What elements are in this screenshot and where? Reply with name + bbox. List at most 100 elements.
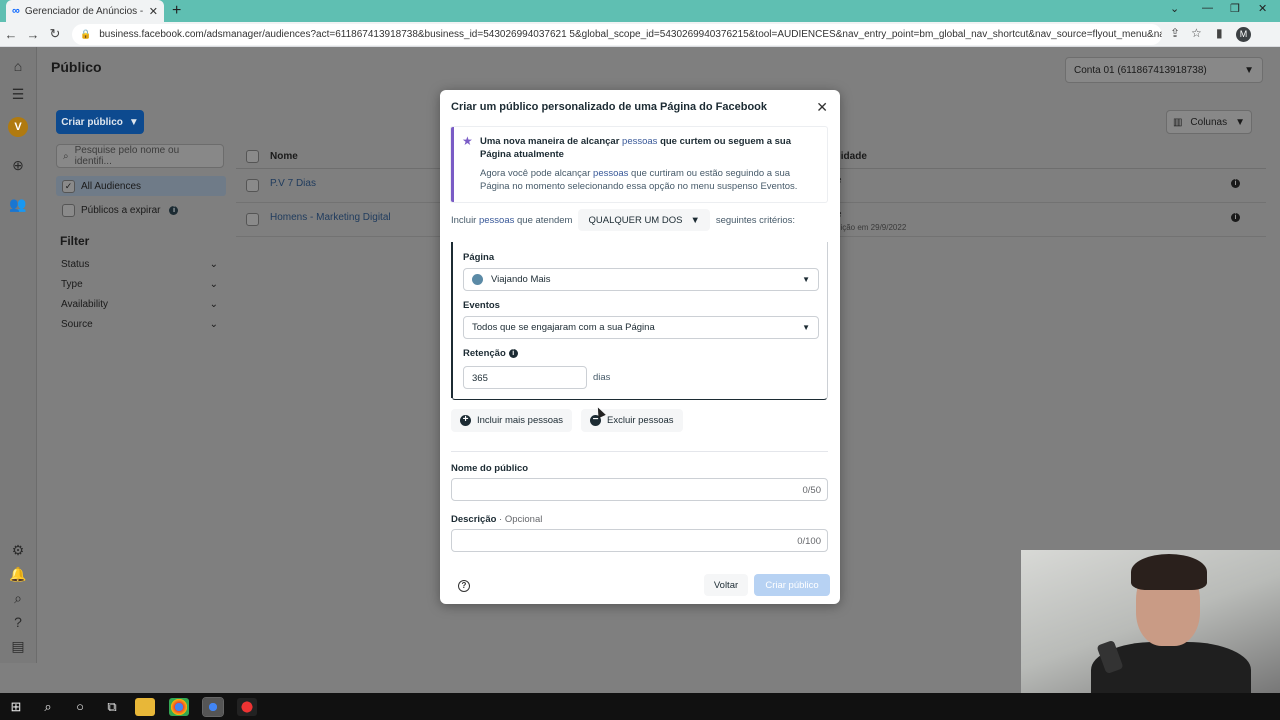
search-icon[interactable]: ⌕ [32, 699, 64, 715]
browser-tab[interactable]: ∞ Gerenciador de Anúncios - Públic ✕ [6, 0, 164, 22]
report-icon[interactable]: ▤ [9, 637, 27, 655]
close-window-icon[interactable]: ✕ [1258, 2, 1267, 15]
search-input[interactable]: ⌕ Pesquise pelo nome ou identifi... [56, 144, 224, 168]
match-type-value: QUALQUER UM DOS [588, 214, 683, 226]
filter-source[interactable]: Source ⌄ [56, 314, 226, 334]
custom-audience-modal: Criar um público personalizado de uma Pá… [440, 90, 840, 604]
minimize-icon[interactable]: — [1202, 2, 1213, 14]
menu-icon[interactable]: ☰ [9, 85, 27, 103]
caret-down-icon: ▼ [802, 323, 810, 332]
criteria-row: Incluir pessoas que atendem QUALQUER UM … [451, 208, 827, 232]
file-explorer-icon[interactable] [135, 697, 155, 716]
match-type-select[interactable]: QUALQUER UM DOS ▼ [578, 209, 710, 231]
sidebar-item-all-audiences[interactable]: ✓ All Audiences [56, 176, 226, 196]
tab-title: Gerenciador de Anúncios - Públic [24, 5, 145, 17]
cortana-circle-icon[interactable]: ○ [64, 699, 96, 714]
gear-icon[interactable]: ⚙ [9, 541, 27, 559]
checkbox[interactable] [62, 203, 75, 217]
caret-down-icon: ▼ [1235, 116, 1246, 128]
filter-label: Status [61, 258, 90, 270]
select-all-checkbox[interactable] [246, 150, 259, 163]
notice-heading: Uma nova maneira de alcançar pessoas que… [480, 136, 792, 160]
audience-name-link[interactable]: P.V 7 Dias [270, 178, 316, 189]
page-select[interactable]: Viajando Mais ▼ [463, 268, 819, 291]
page-label: Página [463, 252, 495, 263]
info-icon[interactable]: i [1231, 213, 1240, 222]
bookmark-star-icon[interactable]: ☆ [1191, 26, 1202, 40]
retention-input[interactable]: 365 [463, 366, 587, 389]
create-audience-submit-button[interactable]: Criar público [754, 574, 830, 596]
share-icon[interactable]: ⇪ [1170, 26, 1180, 40]
recorder-icon[interactable] [237, 697, 257, 716]
filter-availability[interactable]: Availability ⌄ [56, 294, 226, 314]
chevron-down-icon: ⌄ [209, 258, 218, 270]
events-label: Eventos [463, 300, 500, 311]
audience-name-label: Nome do público [451, 463, 529, 474]
filter-title: Filter [60, 234, 90, 248]
filter-label: Availability [61, 298, 109, 310]
task-view-icon[interactable]: ⧉ [96, 699, 128, 715]
sidebar-item-label: Públicos a expirar [81, 204, 161, 216]
back-arrow-icon[interactable]: ← [0, 27, 22, 42]
url-text: business.facebook.com/adsmanager/audienc… [99, 29, 1162, 40]
bell-icon[interactable]: 🔔 [9, 565, 27, 583]
filter-label: Type [61, 278, 83, 290]
retention-unit: dias [593, 372, 611, 383]
help-icon[interactable]: ? [458, 580, 470, 592]
criteria-suffix: seguintes critérios: [715, 214, 796, 226]
sidepanel-icon[interactable]: ▮ [1216, 26, 1223, 40]
audiences-icon[interactable]: 👥 [9, 195, 27, 213]
people-link[interactable]: pessoas [479, 215, 514, 226]
account-select[interactable]: Conta 01 (611867413918738) ▼ [1065, 57, 1263, 83]
description-input[interactable]: 0/100 [451, 529, 828, 552]
close-tab-icon[interactable]: ✕ [149, 5, 158, 18]
account-select-value: Conta 01 (611867413918738) [1074, 64, 1207, 76]
chevron-down-icon: ⌄ [209, 318, 218, 330]
info-icon[interactable]: i [1231, 179, 1240, 188]
chrome-icon[interactable] [169, 697, 189, 716]
address-bar[interactable]: 🔒 business.facebook.com/adsmanager/audie… [72, 24, 1162, 45]
help-icon[interactable]: ? [9, 613, 27, 631]
left-nav-rail: ⌂ ☰ V ⊕ 👥 ⚙ 🔔 ⌕ ? ▤ [0, 47, 37, 663]
create-audience-button[interactable]: Criar público ▼ [56, 110, 144, 134]
add-circle-icon[interactable]: ⊕ [9, 156, 27, 174]
sidebar-item-expiring[interactable]: Públicos a expirar i [56, 200, 226, 220]
close-icon[interactable]: ✕ [816, 99, 828, 116]
retention-label-row: Retenção i [463, 348, 518, 359]
row-checkbox[interactable] [246, 213, 259, 226]
filter-status[interactable]: Status ⌄ [56, 254, 226, 274]
events-select[interactable]: Todos que se engajaram com a sua Página … [463, 316, 819, 339]
info-icon[interactable]: i [508, 348, 518, 358]
char-counter: 0/50 [802, 485, 822, 496]
chevron-down-icon: ⌄ [209, 278, 218, 290]
new-tab-icon[interactable]: + [172, 2, 181, 20]
retention-label: Retenção [463, 348, 506, 359]
info-notice: ★ Uma nova maneira de alcançar pessoas q… [451, 127, 827, 202]
account-avatar[interactable]: V [8, 117, 28, 137]
column-header-availability[interactable]: lidade [838, 151, 867, 162]
column-header-name[interactable]: Nome [270, 151, 298, 162]
windows-start-icon[interactable]: ⊞ [0, 699, 32, 715]
exclude-label: Excluir pessoas [607, 415, 674, 426]
back-button[interactable]: Voltar [704, 574, 748, 596]
webcam-overlay [1021, 550, 1280, 693]
create-audience-label: Criar público [61, 116, 123, 128]
forward-arrow-icon[interactable]: → [22, 27, 44, 42]
chrome-active-icon[interactable] [202, 696, 224, 717]
chevron-down-icon[interactable]: ⌄ [1170, 2, 1179, 15]
search-icon[interactable]: ⌕ [9, 589, 27, 607]
row-checkbox[interactable] [246, 179, 259, 192]
include-more-button[interactable]: + Incluir mais pessoas [451, 409, 573, 432]
info-icon[interactable]: i [169, 205, 179, 215]
filter-type[interactable]: Type ⌄ [56, 274, 226, 294]
sidebar-item-label: All Audiences [81, 180, 142, 192]
audience-name-input[interactable]: 0/50 [451, 478, 828, 501]
chevron-down-icon: ⌄ [209, 298, 218, 310]
browser-profile-avatar[interactable]: M [1236, 27, 1251, 42]
checkmark-icon: ✓ [62, 179, 75, 193]
reload-icon[interactable]: ↻ [44, 26, 66, 42]
restore-icon[interactable]: ❐ [1230, 2, 1240, 15]
audience-name-link[interactable]: Homens - Marketing Digital [270, 212, 391, 223]
columns-button[interactable]: ▥ Colunas ▼ [1166, 110, 1252, 134]
home-icon[interactable]: ⌂ [9, 57, 27, 75]
